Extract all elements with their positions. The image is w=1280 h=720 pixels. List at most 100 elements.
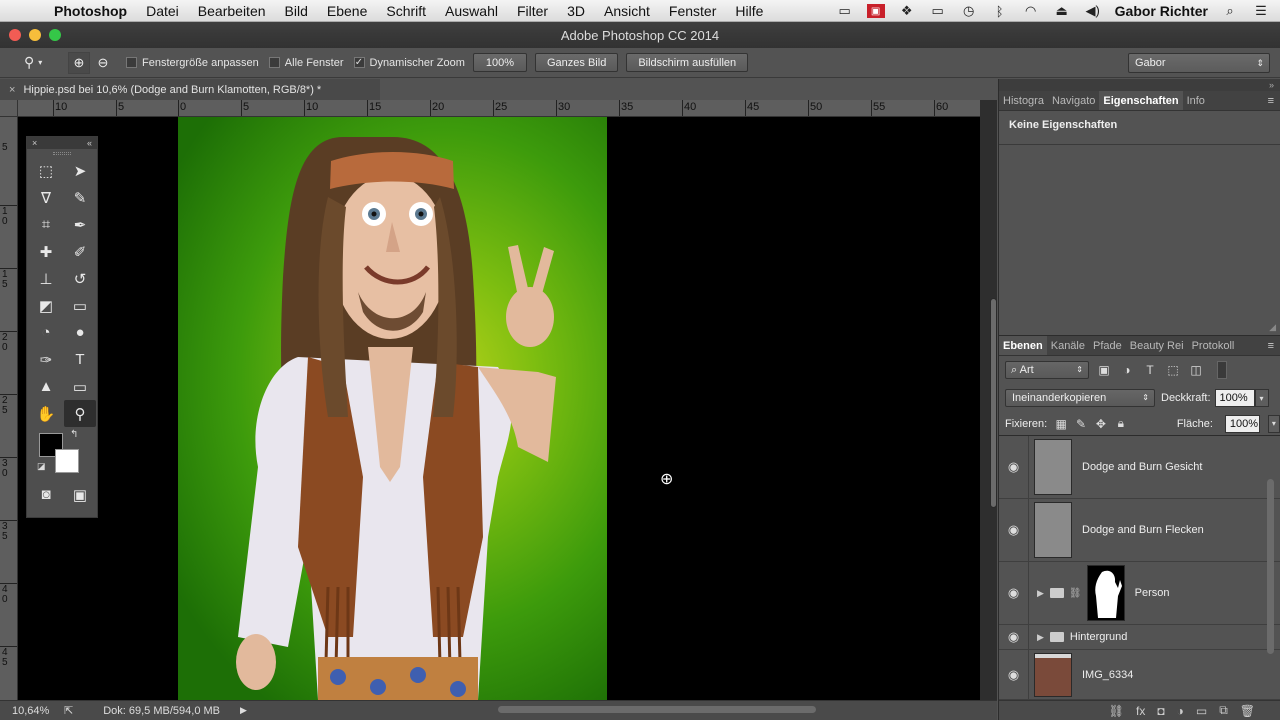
scrubby-zoom-checkbox[interactable]: ✓ Dynamischer Zoom <box>353 57 465 69</box>
smart-object-filter-icon[interactable]: ◫ <box>1188 362 1204 378</box>
scroll-thumb[interactable] <box>1267 479 1274 654</box>
expand-group-icon[interactable]: ▶ <box>1037 632 1044 643</box>
eyedropper-tool-icon[interactable]: ✒ <box>64 211 96 238</box>
horizontal-scroll-thumb[interactable] <box>498 706 816 713</box>
adjustment-layer-icon[interactable]: ◑ <box>1177 704 1184 718</box>
visibility-eye-icon[interactable]: ◉ <box>999 436 1029 498</box>
lock-transparency-icon[interactable]: ▦ <box>1055 417 1067 431</box>
type-tool-icon[interactable]: T <box>64 346 96 373</box>
type-layer-filter-icon[interactable]: T <box>1142 362 1158 378</box>
new-group-icon[interactable]: ▭ <box>1196 704 1207 718</box>
opacity-slider-toggle[interactable]: ▾ <box>1254 389 1269 407</box>
zoom-tool-icon[interactable]: ⚲ <box>64 400 96 427</box>
dropbox-icon[interactable]: ❖ <box>898 3 916 18</box>
marquee-tool-icon[interactable]: ⬚ <box>30 157 62 184</box>
scroll-thumb[interactable] <box>990 298 997 508</box>
resize-grip-icon[interactable]: ◢ <box>1269 322 1276 333</box>
layer-mask-thumbnail[interactable] <box>1086 565 1125 621</box>
wifi-icon[interactable]: ◠ <box>1022 3 1040 18</box>
zoom-level[interactable]: 10,64% <box>12 705 52 717</box>
opacity-field[interactable]: 100% <box>1214 389 1255 407</box>
vertical-scrollbar[interactable] <box>980 100 997 700</box>
time-machine-icon[interactable]: ◷ <box>960 3 978 18</box>
close-panel-icon[interactable]: × <box>32 138 37 148</box>
brush-tool-icon[interactable]: ✐ <box>64 238 96 265</box>
delete-layer-icon[interactable]: 🗑︎ <box>1240 704 1255 718</box>
panel-collapse-strip[interactable]: » <box>999 79 1280 91</box>
quick-selection-tool-icon[interactable]: ✎ <box>64 184 96 211</box>
close-tab-icon[interactable]: × <box>9 84 15 96</box>
shape-layer-filter-icon[interactable]: ⬚ <box>1165 362 1181 378</box>
dodge-tool-icon[interactable]: ● <box>64 319 96 346</box>
layer-name[interactable]: Dodge and Burn Gesicht <box>1082 461 1202 473</box>
vertical-ruler[interactable]: 5 1 0 1 5 2 0 2 5 3 0 3 5 4 0 4 5 <box>0 117 18 700</box>
rectangle-tool-icon[interactable]: ▭ <box>64 373 96 400</box>
path-selection-tool-icon[interactable]: ▲ <box>30 373 62 400</box>
filter-toggle[interactable] <box>1217 361 1227 379</box>
all-windows-checkbox[interactable]: Alle Fenster <box>268 57 344 69</box>
link-layers-icon[interactable]: ⛓ <box>1109 704 1124 718</box>
healing-brush-tool-icon[interactable]: ✚ <box>30 238 62 265</box>
tab-history[interactable]: Protokoll <box>1188 336 1239 355</box>
layer-name[interactable]: Hintergrund <box>1070 631 1127 643</box>
mask-link-icon[interactable]: ⛓ <box>1069 588 1082 599</box>
panel-menu-icon[interactable]: ≡ <box>1268 336 1280 355</box>
menu-fenster[interactable]: Fenster <box>669 3 716 19</box>
quick-mask-icon[interactable]: ◙ <box>30 481 62 508</box>
fill-slider-toggle[interactable]: ▾ <box>1267 414 1280 433</box>
fill-screen-button[interactable]: Bildschirm ausfüllen <box>626 53 749 72</box>
hand-tool-icon[interactable]: ✋ <box>30 400 62 427</box>
add-mask-icon[interactable]: ◘ <box>1157 704 1164 718</box>
close-window-button[interactable] <box>9 29 21 41</box>
menu-ebene[interactable]: Ebene <box>327 3 367 19</box>
adjustment-layer-filter-icon[interactable]: ◑ <box>1119 362 1135 378</box>
display-icon[interactable]: ▭ <box>836 3 854 18</box>
layer-row[interactable]: ◉ Dodge and Burn Flecken <box>999 499 1280 562</box>
tab-properties[interactable]: Eigenschaften <box>1099 91 1183 110</box>
lock-position-icon[interactable]: ✥ <box>1095 417 1107 431</box>
collapse-panel-icon[interactable]: « <box>87 138 92 148</box>
layer-row[interactable]: ◉ Dodge and Burn Gesicht <box>999 436 1280 499</box>
fit-screen-button[interactable]: Ganzes Bild <box>535 53 619 72</box>
history-brush-tool-icon[interactable]: ↺ <box>64 265 96 292</box>
menu-schrift[interactable]: Schrift <box>386 3 426 19</box>
layer-style-fx-icon[interactable]: fx <box>1136 704 1145 718</box>
menu-bearbeiten[interactable]: Bearbeiten <box>198 3 266 19</box>
blend-mode-select[interactable]: Ineinanderkopieren ⇕ <box>1005 389 1155 407</box>
layer-name[interactable]: Person <box>1135 587 1170 599</box>
eraser-tool-icon[interactable]: ◩ <box>30 292 62 319</box>
zoom-window-button[interactable] <box>49 29 61 41</box>
panel-grip[interactable] <box>27 149 97 157</box>
layer-thumbnail[interactable] <box>1034 652 1072 697</box>
layers-scrollbar[interactable] <box>1264 434 1276 699</box>
visibility-eye-icon[interactable]: ◉ <box>999 625 1029 649</box>
menu-ansicht[interactable]: Ansicht <box>604 3 650 19</box>
zoom-out-button[interactable]: ⊖ <box>92 52 114 74</box>
crop-tool-icon[interactable]: ⌗ <box>30 211 62 238</box>
visibility-eye-icon[interactable]: ◉ <box>999 650 1029 699</box>
screen-mode-icon[interactable]: ▣ <box>64 481 96 508</box>
pixel-layer-filter-icon[interactable]: ▣ <box>1096 362 1112 378</box>
expand-group-icon[interactable]: ▶ <box>1037 588 1044 599</box>
lock-all-icon[interactable]: 🔒︎ <box>1115 416 1127 431</box>
bluetooth-icon[interactable]: ᛒ <box>991 4 1009 19</box>
clone-stamp-tool-icon[interactable]: ⊥ <box>30 265 62 292</box>
new-layer-icon[interactable]: ⧉ <box>1219 703 1228 718</box>
tool-preset-picker[interactable]: ⚲ ▾ <box>24 54 60 71</box>
layer-thumbnail[interactable] <box>1034 439 1072 495</box>
tab-channels[interactable]: Kanäle <box>1047 336 1089 355</box>
fit-window-checkbox[interactable]: Fenstergröße anpassen <box>126 57 259 69</box>
share-icon[interactable]: ⇱ <box>64 704 73 717</box>
minimize-window-button[interactable] <box>29 29 41 41</box>
layer-row[interactable]: ◉ IMG_6334 <box>999 650 1280 700</box>
airplay-icon[interactable]: ▭ <box>929 3 947 18</box>
document-tab[interactable]: × Hippie.psd bei 10,6% (Dodge and Burn K… <box>0 79 380 100</box>
visibility-eye-icon[interactable]: ◉ <box>999 499 1029 561</box>
horizontal-ruler[interactable]: 10 5 0 5 10 15 20 25 30 35 40 45 50 55 6… <box>18 100 980 117</box>
panel-menu-icon[interactable]: ≡ <box>1268 91 1280 110</box>
fill-field[interactable]: 100% <box>1224 414 1260 433</box>
red-app-icon[interactable]: ▣ <box>866 4 885 18</box>
status-menu-arrow-icon[interactable]: ▶ <box>240 705 247 716</box>
tab-histogram[interactable]: Histogra <box>999 91 1048 110</box>
zoom-100-button[interactable]: 100% <box>472 53 527 72</box>
